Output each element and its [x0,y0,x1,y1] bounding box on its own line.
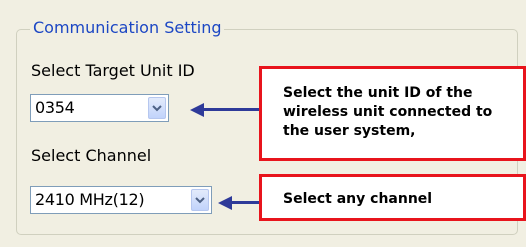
chevron-down-icon [195,197,205,204]
channel-value: 2410 MHz(12) [35,190,145,209]
target-unit-label: Select Target Unit ID [31,61,195,80]
target-unit-select[interactable]: 0354 [30,94,169,122]
group-title: Communication Setting [30,17,225,39]
target-unit-value: 0354 [35,98,75,117]
channel-dropdown-button[interactable] [191,189,209,211]
channel-select[interactable]: 2410 MHz(12) [30,186,212,214]
channel-callout-text: Select any channel [283,191,433,207]
unit-id-callout-text: Select the unit ID of the wireless unit … [283,85,493,139]
channel-callout: Select any channel [259,174,526,221]
channel-label: Select Channel [31,146,152,165]
unit-id-callout: Select the unit ID of the wireless unit … [259,66,526,161]
target-unit-dropdown-button[interactable] [148,97,166,119]
chevron-down-icon [152,105,162,112]
